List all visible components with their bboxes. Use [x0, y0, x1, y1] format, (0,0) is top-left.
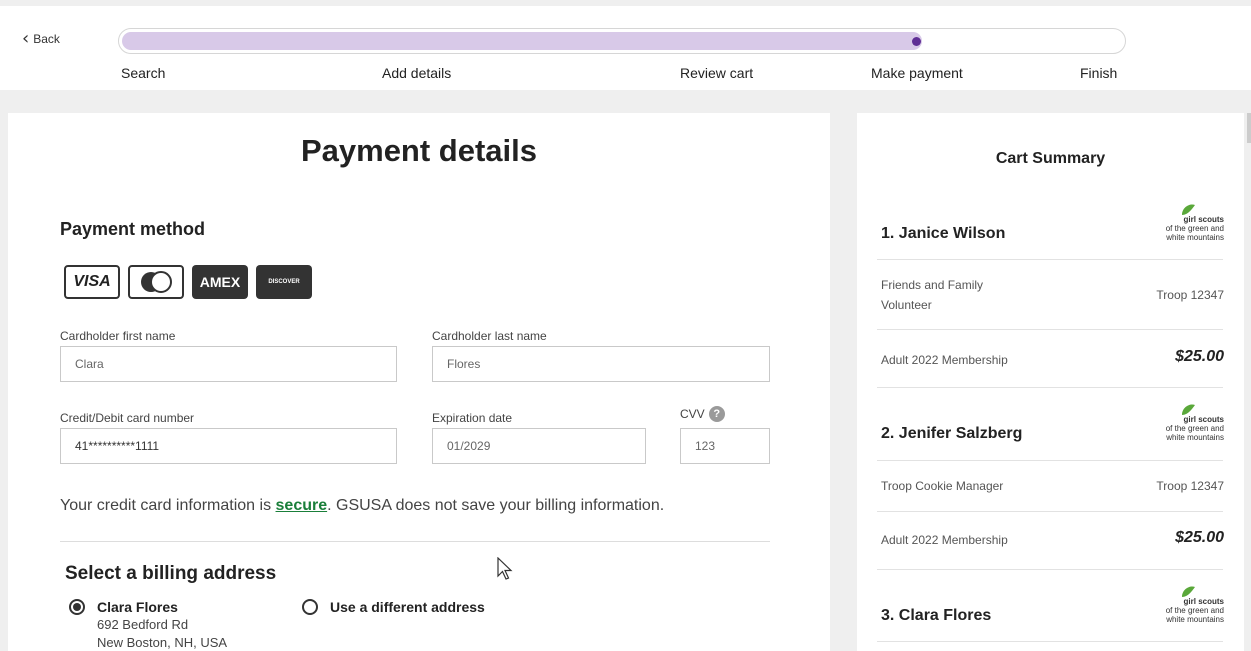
first-name-value: Clara: [75, 357, 104, 371]
logo-text: girl scouts of the green and white mount…: [1166, 597, 1224, 624]
progress-bar: [118, 28, 1126, 54]
chevron-left-icon: ‹: [22, 28, 30, 49]
cart-item-2-membership: Adult 2022 Membership: [881, 533, 1008, 547]
cart-divider: [877, 329, 1223, 330]
mouse-pointer-icon: [497, 557, 513, 580]
cart-summary-panel: Cart Summary 1. Janice Wilson girl scout…: [857, 113, 1244, 651]
cart-item-3-name: 3. Clara Flores: [881, 607, 992, 624]
visa-card-icon: VISA: [64, 265, 120, 299]
logo-text: girl scouts of the green and white mount…: [1166, 215, 1224, 242]
different-address-radio[interactable]: Use a different address: [302, 599, 485, 615]
cart-item-2-role: Troop Cookie Manager: [881, 479, 1004, 493]
last-name-label: Cardholder last name: [432, 329, 547, 343]
billing-address-title: Select a billing address: [65, 563, 277, 584]
cart-item-2-price: $25.00: [1175, 529, 1224, 546]
cart-divider: [877, 460, 1223, 461]
cart-item-1-membership: Adult 2022 Membership: [881, 353, 1008, 367]
last-name-field[interactable]: Flores: [432, 346, 770, 382]
card-number-field[interactable]: 41**********1111: [60, 428, 397, 464]
cart-item-1-price: $25.00: [1175, 348, 1224, 365]
cart-divider: [877, 511, 1223, 512]
card-number-label: Credit/Debit card number: [60, 411, 195, 425]
divider: [60, 541, 770, 542]
step-finish: Finish: [1080, 65, 1118, 81]
progress-current-marker: [912, 36, 921, 46]
cart-item-2-troop: Troop 12347: [1156, 479, 1224, 493]
girl-scouts-logo: girl scouts of the green and white mount…: [1114, 585, 1224, 625]
visa-label: VISA: [73, 273, 111, 290]
secure-note-text-end: . GSUSA does not save your billing infor…: [327, 497, 665, 514]
amex-card-icon: AMEX: [192, 265, 248, 299]
cart-divider: [877, 641, 1223, 642]
radio-selected-icon: [69, 599, 85, 615]
progress-steps: Search Add details Review cart Make paym…: [0, 65, 1251, 83]
card-number-value: 41**********1111: [75, 439, 160, 453]
discover-card-icon: DISCOVER: [256, 265, 312, 299]
back-label: Back: [33, 32, 60, 46]
cvv-label-row: CVV ?: [680, 406, 725, 422]
logo-line2: white mountains: [1166, 233, 1224, 242]
different-address-label: Use a different address: [330, 599, 485, 615]
logo-line2: white mountains: [1166, 433, 1224, 442]
secure-note-text: Your credit card information is: [60, 497, 276, 514]
cart-item-1-role: Friends and Family Volunteer: [881, 275, 983, 315]
expiration-field[interactable]: 01/2029: [432, 428, 646, 464]
scrollbar[interactable]: [1247, 113, 1251, 143]
address-line2: New Boston, NH, USA: [97, 635, 228, 650]
logo-line2: white mountains: [1166, 615, 1224, 624]
mastercard-card-icon: [128, 265, 184, 299]
radio-unselected-icon: [302, 599, 318, 615]
cvv-value: 123: [695, 439, 716, 453]
logo-text: girl scouts of the green and white mount…: [1166, 415, 1224, 442]
step-review-cart: Review cart: [680, 65, 754, 81]
girl-scouts-logo: girl scouts of the green and white mount…: [1114, 403, 1224, 443]
top-navigation: ‹ Back Search Add details Review cart Ma…: [0, 6, 1251, 90]
saved-address-radio[interactable]: Clara Flores: [69, 599, 178, 615]
mastercard-circles-icon: [141, 271, 172, 293]
step-add-details: Add details: [382, 65, 452, 81]
step-search: Search: [121, 65, 166, 81]
saved-address-lines: 692 Bedford Rd New Boston, NH, USA: [97, 616, 227, 651]
last-name-value: Flores: [447, 357, 481, 371]
address-line1: 692 Bedford Rd: [97, 617, 189, 632]
expiration-label: Expiration date: [432, 411, 513, 425]
logo-brand: girl scouts: [1183, 215, 1224, 224]
saved-address-name: Clara Flores: [97, 599, 178, 615]
cart-divider: [877, 259, 1223, 260]
amex-label: AMEX: [199, 274, 241, 290]
logo-brand: girl scouts: [1183, 597, 1224, 606]
secure-link[interactable]: secure: [276, 497, 328, 514]
cart-divider: [877, 387, 1223, 388]
cart-item-1-troop: Troop 12347: [1156, 288, 1224, 302]
girl-scouts-logo: girl scouts of the green and white mount…: [1114, 203, 1224, 243]
first-name-field[interactable]: Clara: [60, 346, 397, 382]
cart-item-1-role-line2: Volunteer: [881, 298, 932, 312]
first-name-label: Cardholder first name: [60, 329, 176, 343]
cvv-label: CVV: [680, 407, 705, 421]
logo-line1: of the green and: [1165, 224, 1224, 233]
logo-line1: of the green and: [1165, 424, 1224, 433]
cart-title: Cart Summary: [995, 150, 1106, 167]
step-make-payment: Make payment: [871, 65, 963, 81]
card-logos: VISA AMEX DISCOVER: [64, 265, 312, 299]
logo-brand: girl scouts: [1183, 415, 1224, 424]
payment-method-title: Payment method: [60, 219, 206, 239]
progress-fill: [122, 32, 922, 50]
cart-item-1-name: 1. Janice Wilson: [881, 225, 1006, 242]
cart-divider: [877, 569, 1223, 570]
help-icon[interactable]: ?: [708, 406, 725, 422]
logo-line1: of the green and: [1165, 606, 1224, 615]
secure-note: Your credit card information is secure. …: [60, 497, 664, 515]
cart-item-1-role-line1: Friends and Family: [881, 278, 984, 292]
back-button[interactable]: ‹ Back: [22, 28, 60, 49]
page-title: Payment details: [300, 133, 538, 168]
expiration-value: 01/2029: [447, 439, 491, 453]
payment-panel: Payment details Payment method VISA AMEX…: [8, 113, 830, 651]
cvv-field[interactable]: 123: [680, 428, 770, 464]
discover-label: DISCOVER: [268, 279, 300, 285]
cart-item-2-name: 2. Jenifer Salzberg: [881, 425, 1023, 442]
